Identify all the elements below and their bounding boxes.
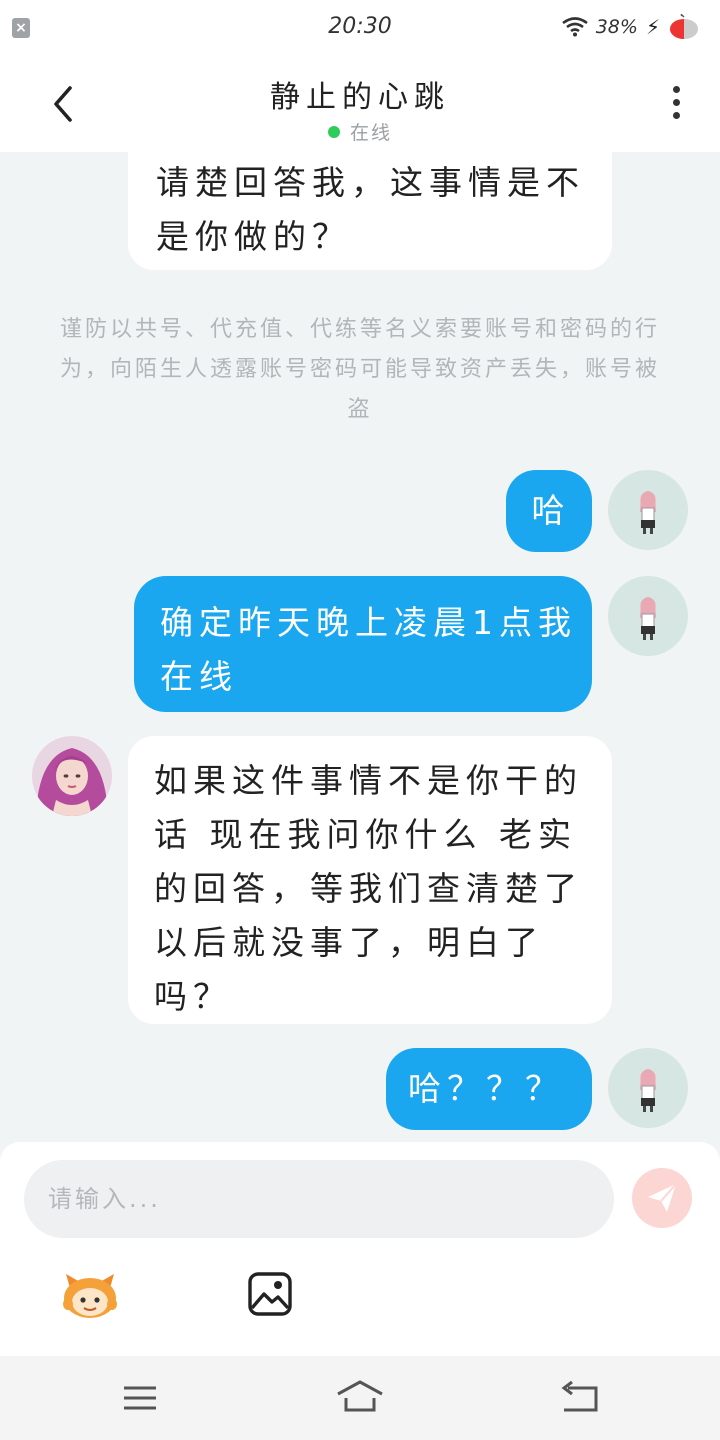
message-line: 的回答，等我们查清楚了 <box>154 869 583 908</box>
chat-messages: 请楚回答我，这事情是不 是你做的？ 谨防以共号、代充值、代练等名义索要账号和密码… <box>0 152 720 1142</box>
avatar[interactable] <box>608 470 688 550</box>
message-line: 是你做的？ <box>156 217 351 256</box>
message-outgoing[interactable]: 哈 <box>506 470 592 552</box>
status-right: 38% ⚡ <box>561 12 700 42</box>
input-panel <box>0 1142 720 1356</box>
avatar[interactable] <box>608 1048 688 1128</box>
message-incoming[interactable]: 请楚回答我，这事情是不 是你做的？ <box>128 152 612 270</box>
avatar[interactable] <box>608 576 688 656</box>
emoji-icon[interactable] <box>60 1270 120 1320</box>
wifi-icon <box>561 17 588 37</box>
online-dot <box>327 125 340 138</box>
image-icon[interactable] <box>246 1270 294 1318</box>
message-line: 确定昨天晚上凌晨1点我 <box>160 603 577 642</box>
battery-percent: 38% <box>595 16 638 38</box>
return-icon[interactable] <box>558 1378 602 1418</box>
contact-avatar-image <box>32 736 112 816</box>
message-line: 话 现在我问你什么 老实 <box>154 815 577 854</box>
message-line: 以后就没事了，明白了 <box>154 923 544 962</box>
security-notice: 谨防以共号、代充值、代练等名义索要账号和密码的行为，向陌生人透露账号密码可能导致… <box>59 317 660 422</box>
message-outgoing[interactable]: 哈？？？ <box>386 1048 592 1130</box>
self-avatar-image <box>640 1069 656 1112</box>
chat-header: 静止的心跳 在线 <box>0 56 720 152</box>
chat-title: 静止的心跳 <box>270 80 450 115</box>
message-input[interactable] <box>24 1160 614 1238</box>
home-icon[interactable] <box>336 1378 384 1418</box>
self-avatar-image <box>640 491 656 534</box>
message-line: 吗？ <box>154 977 232 1016</box>
message-line: 请楚回答我，这事情是不 <box>156 163 585 202</box>
send-button[interactable] <box>632 1168 692 1228</box>
message-outgoing[interactable]: 确定昨天晚上凌晨1点我 在线 <box>134 576 592 712</box>
bolt-icon: ⚡ <box>645 15 660 39</box>
online-text: 在线 <box>349 122 392 144</box>
online-status: 在线 <box>0 118 720 145</box>
system-nav-bar <box>0 1356 720 1440</box>
send-icon <box>648 1183 677 1212</box>
more-dots-icon[interactable] <box>664 86 688 126</box>
battery-icon <box>670 14 698 39</box>
message-incoming[interactable]: 如果这件事情不是你干的 话 现在我问你什么 老实 的回答，等我们查清楚了 以后就… <box>128 736 612 1024</box>
status-bar: × 20:30 38% ⚡ <box>0 0 720 56</box>
message-line: 如果这件事情不是你干的 <box>154 761 583 800</box>
self-avatar-image <box>640 597 656 640</box>
avatar[interactable] <box>32 736 112 816</box>
message-line: 在线 <box>160 657 238 696</box>
menu-icon[interactable] <box>118 1378 162 1418</box>
